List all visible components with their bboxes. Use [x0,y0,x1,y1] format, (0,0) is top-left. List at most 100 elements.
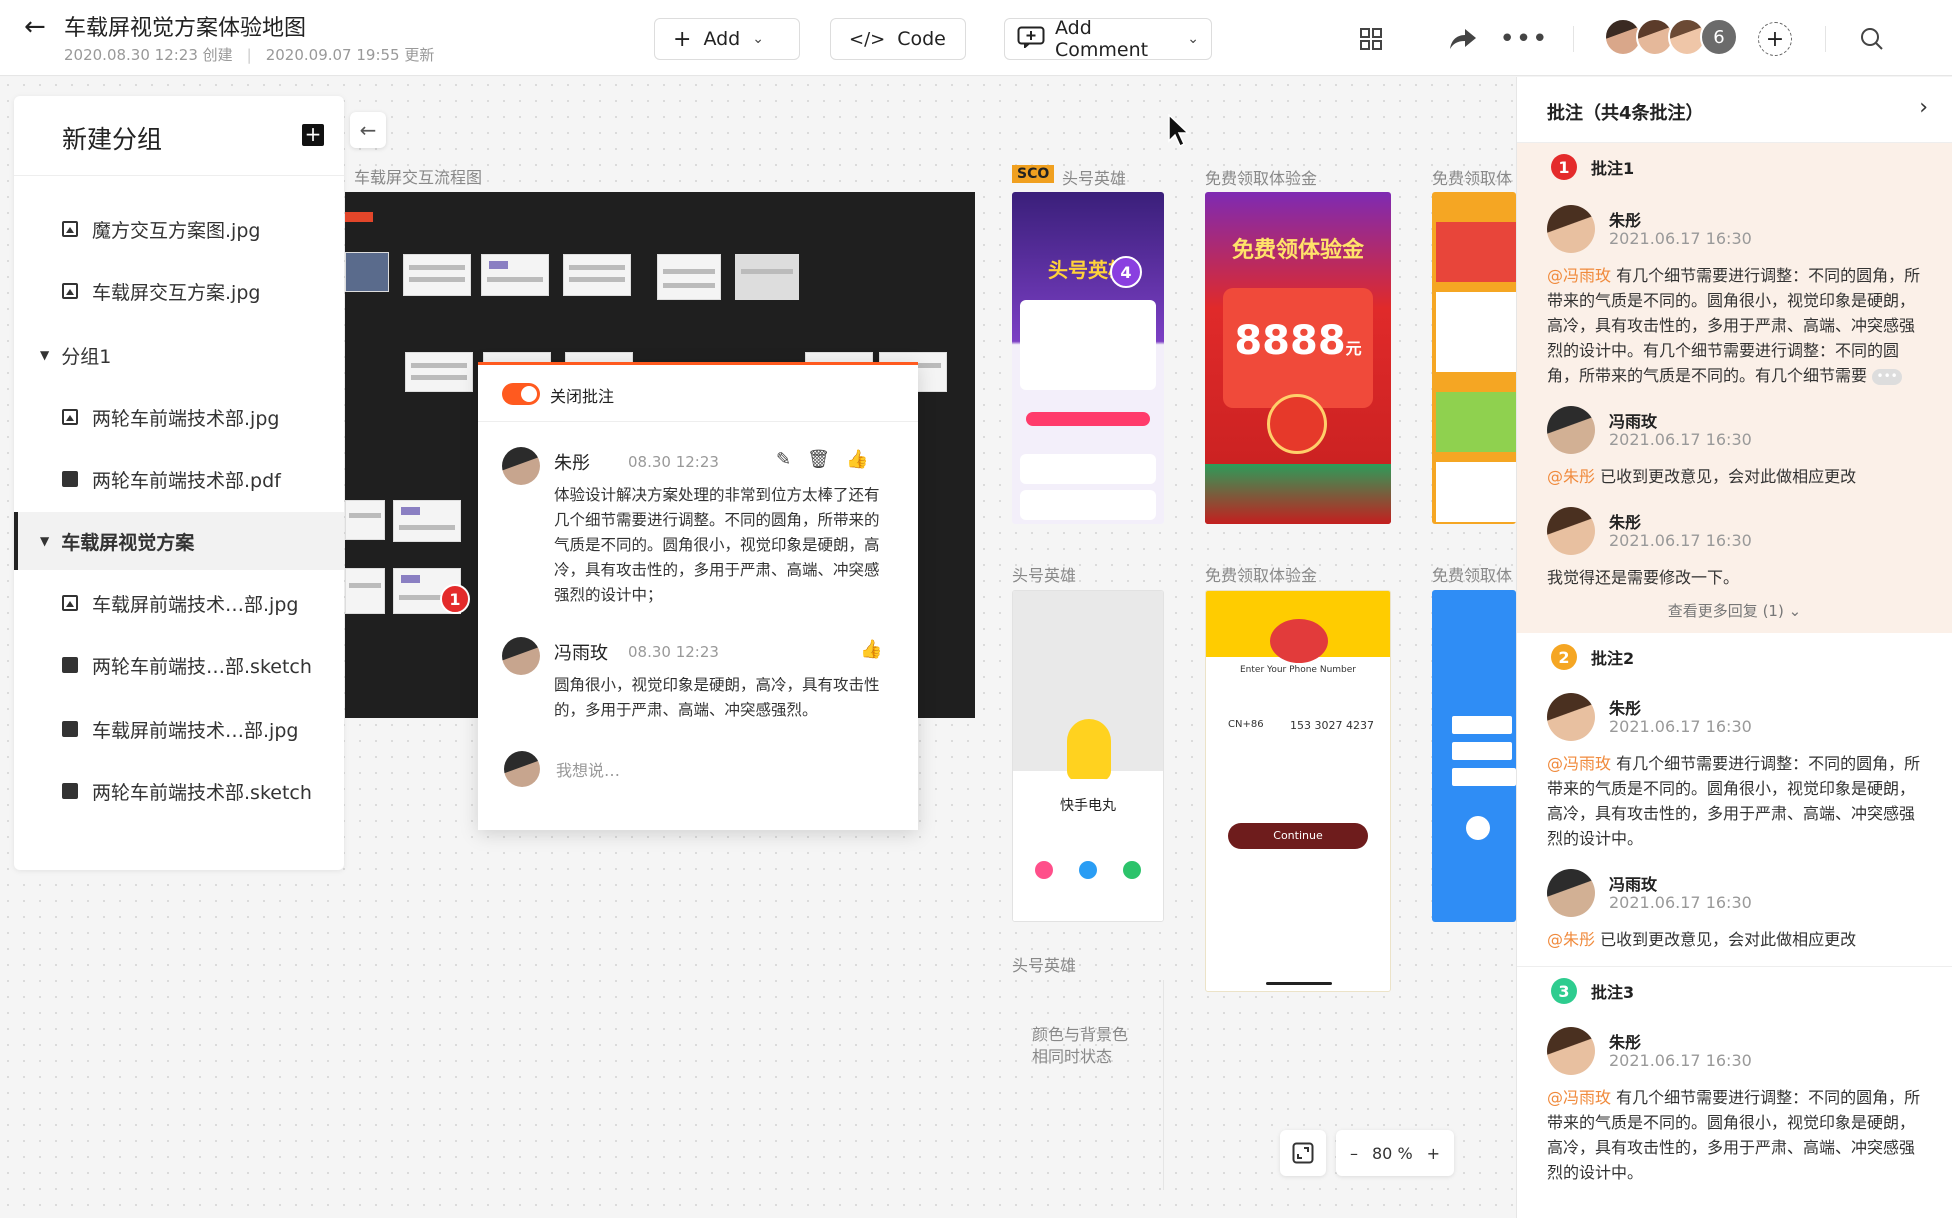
chevron-down-icon: ⌄ [752,31,764,47]
comment-item: 朱彤 2021.06.17 16:30 我觉得还是需要修改一下。 [1517,501,1952,590]
partial-blue-screen-mockup[interactable] [1432,590,1516,922]
screen-thumbnail[interactable] [345,252,389,292]
code-label: Code [897,28,946,50]
document-file-icon [62,783,78,799]
caret-down-icon: ▼ [40,348,50,362]
sidebar-item-label: 两轮车前端技术部.sketch [92,781,312,804]
add-label: Add [703,28,741,50]
zoom-out-button[interactable]: – [1350,1144,1358,1163]
sidebar-group-active[interactable]: ▼ 车载屏视觉方案 [14,512,344,570]
screen-thumbnail[interactable] [563,254,631,296]
comment-body: 已收到更改意见，会对此做相应更改 [1595,930,1857,949]
mention[interactable]: @冯雨玫 [1547,1088,1611,1107]
comment-text: @冯雨玫 有几个细节需要进行调整：不同的圆角，所带来的气质是不同的。圆角很小，视… [1547,199,1930,388]
page-title: 车载屏视觉方案体验地图 [64,16,307,41]
screen-thumbnail[interactable] [345,500,385,540]
avatar [1547,205,1595,253]
share-icon[interactable] [1446,22,1480,56]
sidebar-item[interactable]: 魔方交互方案图.jpg [14,200,344,258]
sidebar-item-label: 车载屏交互方案.jpg [92,281,261,304]
sidebar-item[interactable]: 车载屏前端技术…部.jpg [14,700,344,758]
fit-screen-button[interactable] [1280,1130,1326,1176]
more-icon[interactable]: ••• [1500,22,1548,56]
sidebar-item[interactable]: 两轮车前端技…部.sketch [14,636,344,694]
collaborators[interactable]: 6 [1604,18,1738,56]
mention[interactable]: @冯雨玫 [1547,266,1611,285]
comment-group-3[interactable]: 3 批注3 朱彤 2021.06.17 16:30 @冯雨玫 有几个细节需要进行… [1517,967,1952,1185]
comment-pin[interactable]: 1 [440,584,470,614]
screen-thumbnail[interactable] [405,352,473,392]
image-file-icon [62,283,78,299]
search-icon[interactable] [1855,22,1889,56]
chevron-right-icon[interactable]: › [1919,95,1928,120]
divider [1573,26,1574,52]
sidebar-item[interactable]: 两轮车前端技术部.pdf [14,450,344,508]
screen-thumbnail[interactable] [657,254,721,300]
comment-time: 2021.06.17 16:30 [1609,717,1752,736]
sidebar-item[interactable]: 两轮车前端技术部.sketch [14,762,344,820]
divider [478,421,918,422]
screen-thumbnail[interactable] [403,254,471,296]
free-gold-screen-mockup[interactable]: 免费领体验金 8888元 [1205,192,1391,524]
placeholder-frame[interactable] [1012,980,1164,1190]
like-icon[interactable]: 👍 [860,639,882,660]
mockup-prompt: Enter Your Phone Number [1240,665,1356,675]
sidebar-group[interactable]: ▼ 分组1 [14,326,344,384]
mention[interactable]: @朱彤 [1547,930,1595,949]
expand-icon[interactable]: ••• [1872,368,1903,385]
mention[interactable]: @朱彤 [1547,467,1595,486]
comment-item: 冯雨玫 2021.06.17 16:30 @朱彤 已收到更改意见，会对此做相应更… [1517,863,1952,966]
mockup-card [1020,300,1156,390]
partial-screen-mockup[interactable] [1432,192,1516,524]
comments-panel: 批注（共4条批注） › 1 批注1 朱彤 2021.06.17 16:30 @冯… [1516,77,1952,1218]
comment-body: 我觉得还是需要修改一下。 [1547,568,1740,587]
comment-body: 已收到更改意见，会对此做相应更改 [1595,467,1857,486]
back-arrow-icon[interactable]: ← [24,12,54,42]
comment-author: 朱彤 [1609,699,1642,718]
comment-icon [1017,26,1045,53]
mention[interactable]: @冯雨玫 [1547,754,1611,773]
edit-icon[interactable]: ✎ [776,449,791,470]
phone-login-screen-mockup[interactable]: Enter Your Phone Number CN+86 153 3027 4… [1205,590,1391,992]
screen-thumbnail[interactable] [481,254,549,296]
arrow-left-icon: ← [359,118,377,142]
add-button[interactable]: + Add ⌄ [654,18,800,60]
sidebar-item-label: 车载屏前端技术…部.jpg [92,719,299,742]
view-more-replies[interactable]: 查看更多回复 (1) ⌄ [1517,590,1952,633]
comment-group-1[interactable]: 1 批注1 朱彤 2021.06.17 16:30 @冯雨玫 有几个细节需要进行… [1517,143,1952,633]
like-icon[interactable]: 👍 [846,449,868,470]
avatar [1547,406,1595,454]
delete-icon[interactable]: 🗑 [807,449,830,470]
frame-label: 免费领取体验金 [1205,169,1318,188]
frame-label: 免费领取体 [1432,566,1513,585]
close-comments-toggle[interactable] [502,383,540,405]
reply-input[interactable]: 我想说… [504,751,620,787]
comment-author: 朱彤 [554,453,590,474]
add-collaborator-icon[interactable]: + [1758,22,1792,56]
avatar [1547,507,1595,555]
comment-time: 2021.06.17 16:30 [1609,430,1752,449]
add-comment-button[interactable]: Add Comment ⌄ [1004,17,1212,61]
grid-view-icon[interactable] [1354,22,1388,56]
sidebar-item[interactable]: 车载屏前端技术…部.jpg [14,574,344,632]
kuaishou-screen-mockup[interactable]: 快手电丸 [1012,590,1164,922]
comment-group-2[interactable]: 2 批注2 朱彤 2021.06.17 16:30 @冯雨玫 有几个细节需要进行… [1517,633,1952,966]
sidebar-item-label: 车载屏视觉方案 [61,531,195,554]
add-group-icon[interactable]: + [302,124,324,146]
hero-screen-mockup[interactable]: 头号英雄 [1012,192,1164,524]
sidebar-item[interactable]: 车载屏交互方案.jpg [14,262,344,320]
view-more-label: 查看更多回复 (1) [1667,602,1784,620]
code-button[interactable]: </> Code [830,18,966,60]
collapse-sidebar-button[interactable]: ← [350,112,386,148]
comment-time: 2021.06.17 16:30 [1609,531,1752,550]
screen-thumbnail[interactable] [393,500,461,542]
frame-label: 头号英雄 [1012,956,1077,975]
comment-text: 体验设计解决方案处理的非常到位方太棒了还有几个细节需要进行调整。不同的圆角，所带… [554,486,880,604]
sidebar-item[interactable]: 两轮车前端技术部.jpg [14,388,344,446]
reply-placeholder: 我想说… [556,761,621,780]
image-file-icon [62,595,78,611]
screen-thumbnail[interactable] [345,568,385,614]
mockup-button [1026,412,1150,426]
screen-thumbnail[interactable] [735,254,799,300]
zoom-in-button[interactable]: + [1427,1144,1440,1163]
